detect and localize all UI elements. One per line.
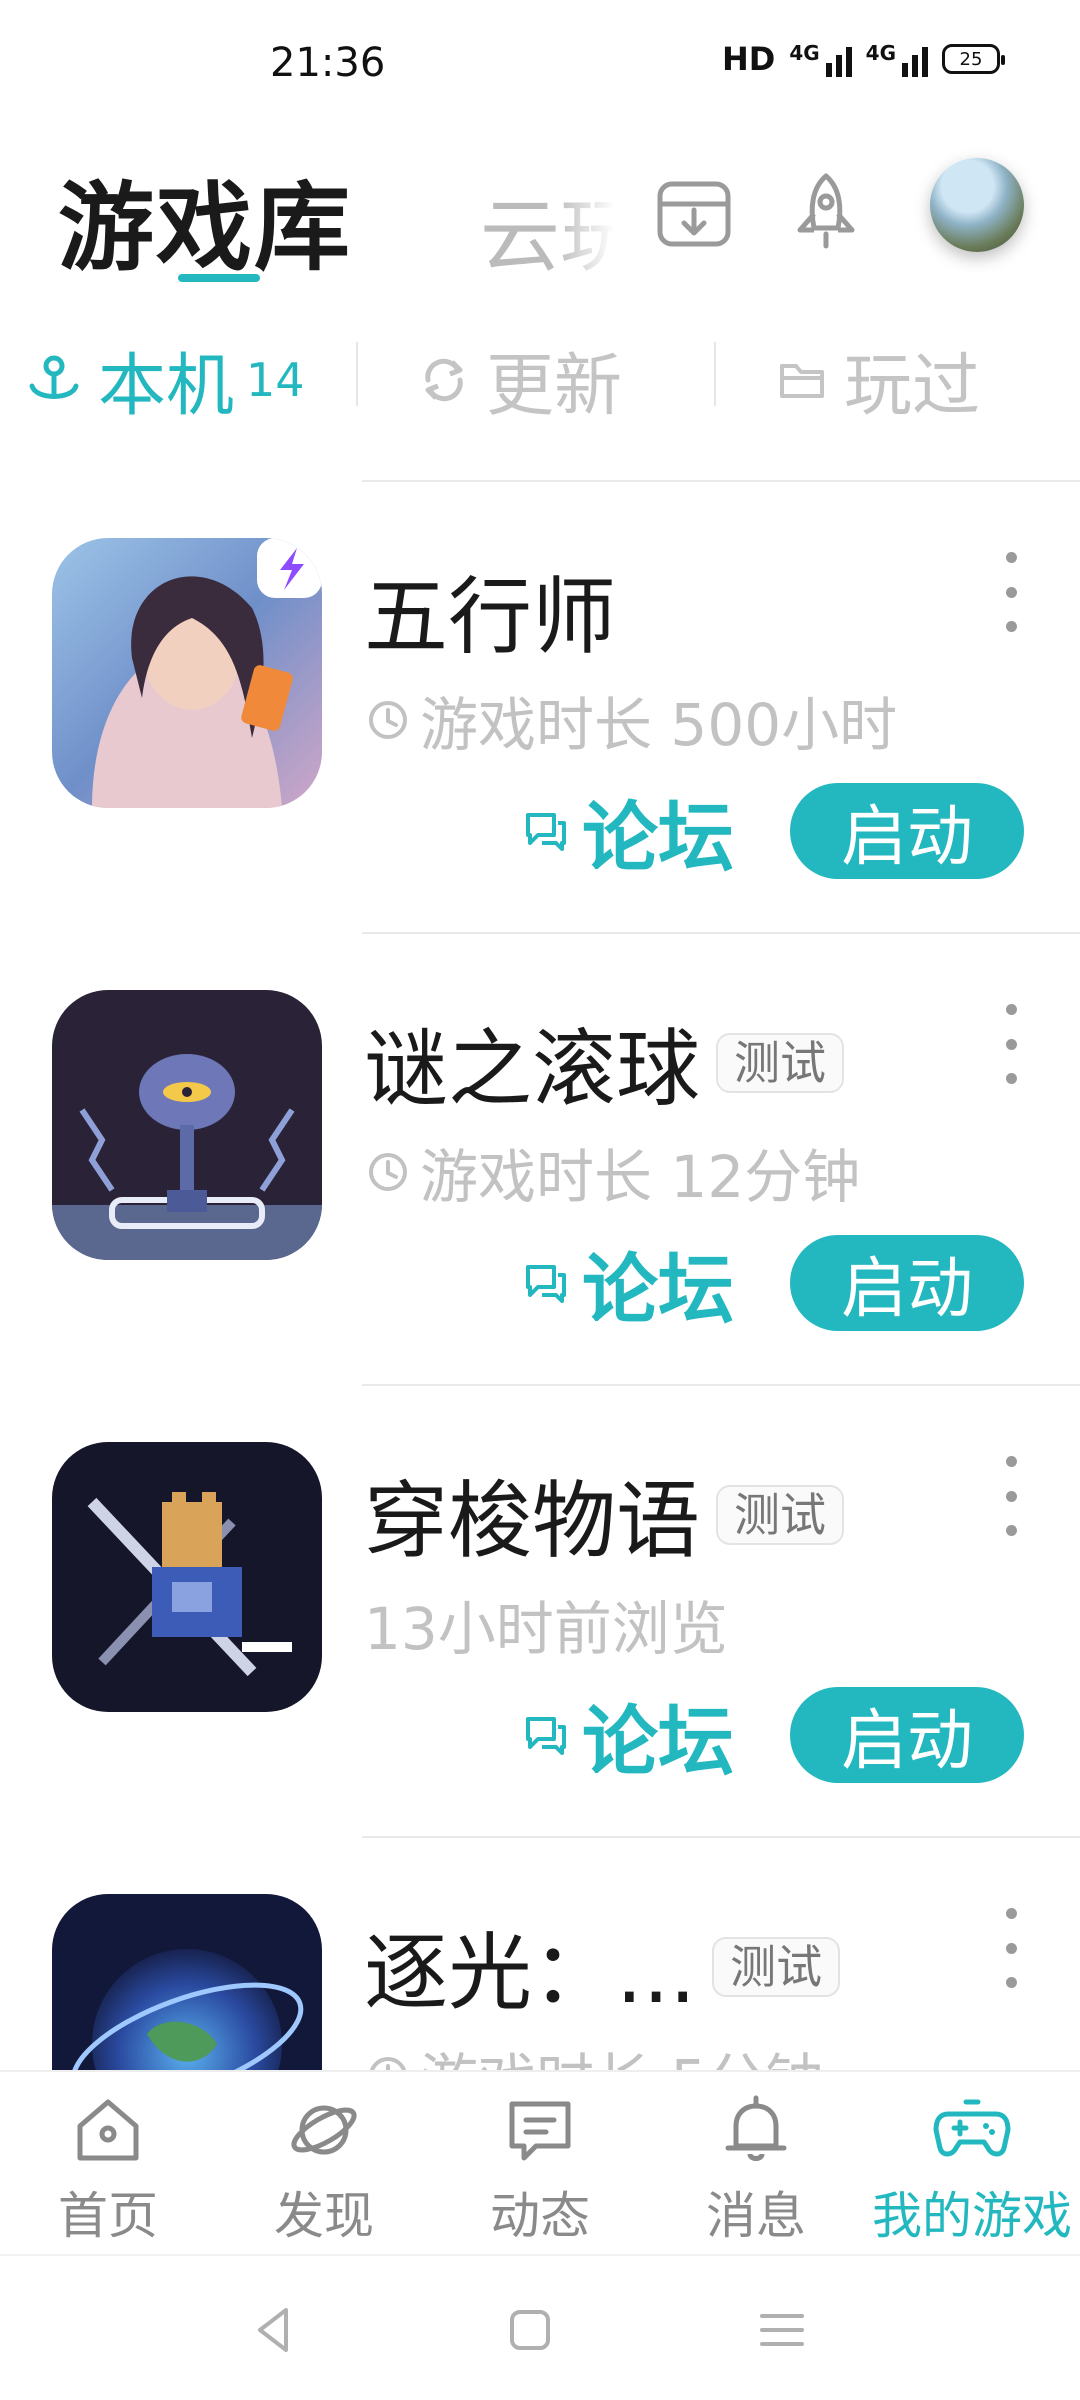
beta-badge: 测试	[716, 1032, 845, 1093]
back-icon[interactable]	[246, 2300, 306, 2360]
game-icon-wuxingshi[interactable]	[52, 538, 322, 808]
home-button-icon[interactable]	[500, 2300, 560, 2360]
gamepad-icon	[933, 2099, 1011, 2157]
sub-tabs: 本机 14 更新 玩过	[0, 320, 1080, 430]
game-title[interactable]: 五行师	[364, 550, 616, 671]
chat-icon	[526, 1717, 566, 1755]
game-row[interactable]: 谜之滚球 测试 游戏时长 12分钟 论坛 启动	[0, 932, 1080, 1384]
rocket-icon[interactable]	[784, 170, 868, 254]
download-icon[interactable]	[652, 170, 736, 254]
game-icon-chuansuowuyu[interactable]	[52, 1442, 322, 1712]
subtab-local[interactable]: 本机 14	[26, 330, 305, 429]
forum-button[interactable]: 论坛	[522, 776, 734, 886]
status-time: 21:36	[270, 40, 386, 86]
nav-my-games[interactable]: 我的游戏	[864, 2090, 1080, 2248]
forum-button[interactable]: 论坛	[522, 1228, 734, 1338]
chat-icon	[526, 813, 566, 851]
bottom-nav: 首页 发现 动态 消息 我的游戏	[0, 2070, 1080, 2254]
battery-icon: 25	[942, 44, 1005, 74]
game-playtime: 游戏时长 500小时	[366, 678, 897, 762]
nav-discover[interactable]: 发现	[216, 2090, 432, 2248]
game-icon-zhuguang[interactable]	[52, 1894, 322, 2070]
game-title[interactable]: 谜之滚球 测试	[364, 1002, 845, 1123]
divider	[714, 342, 716, 406]
signal-icon: 4G	[866, 41, 928, 77]
game-icon-mizhigunqiu[interactable]	[52, 990, 322, 1260]
launch-button[interactable]: 启动	[790, 783, 1024, 879]
clock-icon	[369, 701, 407, 739]
subtab-update-label: 更新	[486, 347, 623, 426]
system-nav-bar	[0, 2254, 1080, 2400]
launch-button[interactable]: 启动	[790, 1687, 1024, 1783]
forum-button[interactable]: 论坛	[522, 1680, 734, 1790]
beta-badge: 测试	[716, 1484, 845, 1545]
more-options-icon[interactable]	[996, 552, 1026, 632]
launch-button[interactable]: 启动	[790, 1235, 1024, 1331]
subtab-played[interactable]: 玩过	[776, 330, 980, 429]
nav-messages[interactable]: 消息	[648, 2090, 864, 2248]
status-indicators: HD 4G 4G 25	[721, 40, 1005, 78]
tab-cloud-play[interactable]: 云玩	[480, 172, 615, 288]
game-last-viewed: 13小时前浏览	[364, 1595, 728, 1663]
more-options-icon[interactable]	[996, 1004, 1026, 1084]
menu-icon[interactable]	[752, 2300, 812, 2360]
user-avatar[interactable]	[930, 158, 1024, 252]
game-playtime: 游戏时长 12分钟	[366, 1130, 860, 1214]
signal-icon: 4G	[789, 41, 852, 77]
game-playtime: 游戏时长 5分钟	[366, 2034, 823, 2070]
divider	[356, 342, 358, 406]
more-options-icon[interactable]	[996, 1456, 1026, 1536]
hd-indicator: HD	[721, 40, 776, 78]
planet-icon	[291, 2105, 357, 2155]
status-bar: 21:36 HD 4G 4G 25	[0, 0, 1080, 130]
tab-game-library[interactable]: 游戏库	[58, 150, 352, 289]
header: 游戏库 云玩	[0, 130, 1080, 290]
clock-icon	[369, 1153, 407, 1191]
bell-icon	[725, 2095, 787, 2161]
clock-icon	[369, 2057, 407, 2070]
subtab-played-label: 玩过	[844, 347, 981, 426]
nav-feed[interactable]: 动态	[432, 2090, 648, 2248]
chat-icon	[526, 1265, 566, 1303]
game-row[interactable]: 五行师 游戏时长 500小时 论坛 启动	[0, 480, 1080, 932]
game-row[interactable]: 逐光：... 测试 游戏时长 5分钟	[0, 1836, 1080, 2070]
folder-icon	[780, 363, 824, 398]
feed-icon	[509, 2101, 571, 2161]
game-title[interactable]: 穿梭物语 测试	[364, 1454, 845, 1575]
subtab-update[interactable]: 更新	[418, 330, 622, 429]
local-count: 14	[246, 352, 305, 407]
game-row[interactable]: 穿梭物语 测试 13小时前浏览 论坛 启动	[0, 1384, 1080, 1836]
subtab-local-label: 本机	[98, 347, 235, 426]
game-title[interactable]: 逐光：... 测试	[364, 1906, 841, 2027]
nav-home[interactable]: 首页	[0, 2090, 216, 2248]
active-tab-indicator	[178, 274, 260, 282]
beta-badge: 测试	[712, 1936, 841, 1997]
more-options-icon[interactable]	[996, 1908, 1026, 1988]
refresh-icon	[425, 358, 463, 401]
home-icon	[77, 2099, 139, 2161]
game-list: 五行师 游戏时长 500小时 论坛 启动 谜之滚球 测试 游戏时长 12分钟 论…	[0, 480, 1080, 2070]
anchor-icon	[29, 355, 79, 399]
